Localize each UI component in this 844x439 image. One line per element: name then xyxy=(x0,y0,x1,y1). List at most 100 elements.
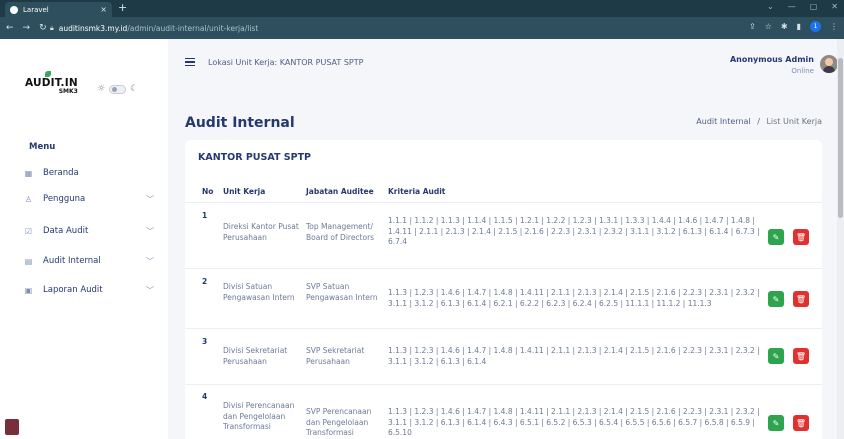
row-number: 2 xyxy=(202,277,208,286)
avatar-body xyxy=(823,66,835,73)
chevron-down-icon: ﹀ xyxy=(146,285,154,295)
sidebar-item-label: Pengguna xyxy=(43,194,86,204)
kriteria-cell: 1.1.3 | 1.2.3 | 1.4.6 | 1.4.7 | 1.4.8 | … xyxy=(388,346,760,366)
menu-title: Menu xyxy=(29,142,56,152)
close-window-icon[interactable]: ✕ xyxy=(831,2,838,11)
jabatan-cell: SVP Sekretariat Perusahaan xyxy=(306,346,365,366)
lock-icon: 🔒︎ xyxy=(50,23,54,32)
sidebar-item-laporan-audit[interactable]: ▣ Laporan Audit ﹀ xyxy=(24,281,154,299)
column-header-kriteria: Kriteria Audit xyxy=(388,187,446,196)
url-host: auditinsmk3.my.id xyxy=(58,23,128,33)
new-tab-button[interactable]: + xyxy=(118,1,127,15)
avatar-head xyxy=(825,58,833,66)
unit-kerja-cell: Divisi Satuan Pengawasan Intern xyxy=(223,282,295,302)
edit-icon: ✎ xyxy=(772,294,780,304)
forward-arrow-icon[interactable]: → xyxy=(23,23,31,33)
sidepanel-icon[interactable]: ▮ xyxy=(797,22,801,31)
jabatan-cell: SVP Satuan Pengawasan Intern xyxy=(306,282,378,302)
edit-button[interactable]: ✎ xyxy=(768,415,784,431)
jabatan-cell: SVP Perencanaan dan Pengelolaan Transfor… xyxy=(306,407,372,437)
chevron-down-icon: ﹀ xyxy=(146,256,154,266)
sidebar: AUDIT.IN SMK3 ☼ ☾ Menu ▦ Beranda ♙ Pengg… xyxy=(0,39,168,439)
trash-icon: 🗑︎ xyxy=(795,232,807,242)
row-number: 3 xyxy=(202,337,208,346)
table-row: 2 Divisi Satuan Pengawasan Intern SVP Sa… xyxy=(185,268,822,328)
unit-kerja-cell: Direksi Kantor Pusat Perusahaan xyxy=(223,222,299,242)
maximize-icon[interactable]: ▢ xyxy=(810,2,818,11)
address-bar[interactable]: 🔒︎ auditinsmk3.my.id/admin/audit-interna… xyxy=(50,20,750,36)
jabatan-cell: Top Management/ Board of Directors xyxy=(306,222,375,242)
extensions-icon[interactable]: ✱ xyxy=(781,22,788,31)
theme-switch[interactable] xyxy=(109,84,127,94)
avatar[interactable] xyxy=(820,55,838,73)
sidebar-item-label: Audit Internal xyxy=(43,256,101,266)
edit-icon: ✎ xyxy=(772,418,780,428)
kriteria-cell: 1.1.3 | 1.2.3 | 1.4.6 | 1.4.7 | 1.4.8 | … xyxy=(388,288,760,308)
user-name[interactable]: Anonymous Admin xyxy=(730,55,814,64)
browser-tab-bar: Laravel × + ⌄ — ▢ ✕ xyxy=(0,0,844,17)
hamburger-menu-icon[interactable] xyxy=(185,58,195,66)
delete-button[interactable]: 🗑︎ xyxy=(793,415,809,431)
sidebar-item-audit-internal[interactable]: ▤ Audit Internal ﹀ xyxy=(24,252,154,270)
sidebar-item-label: Laporan Audit xyxy=(43,285,103,295)
page-scrollbar[interactable] xyxy=(837,39,844,439)
chevron-down-icon: ﹀ xyxy=(146,226,154,236)
table-row: 3 Divisi Sekretariat Perusahaan SVP Sekr… xyxy=(185,328,822,384)
chevron-down-icon[interactable]: ⌄ xyxy=(767,2,774,11)
switch-knob xyxy=(112,86,118,92)
table-row: 1 Direksi Kantor Pusat Perusahaan Top Ma… xyxy=(185,202,822,268)
scrollbar-thumb[interactable] xyxy=(838,58,843,218)
edit-button[interactable]: ✎ xyxy=(768,291,784,307)
kriteria-cell: 1.1.1 | 1.1.2 | 1.1.3 | 1.1.4 | 1.1.5 | … xyxy=(388,216,760,246)
reload-icon[interactable]: ↻ xyxy=(39,23,47,33)
minimize-icon[interactable]: — xyxy=(788,2,796,11)
table-row: 4 Divisi Perencanaan dan Pengelolaan Tra… xyxy=(185,384,822,439)
breadcrumb-separator: / xyxy=(757,117,760,126)
kriteria-cell: 1.1.3 | 1.2.3 | 1.4.6 | 1.4.7 | 1.4.8 | … xyxy=(388,407,760,437)
delete-button[interactable]: 🗑︎ xyxy=(793,291,809,307)
delete-button[interactable]: 🗑︎ xyxy=(793,229,809,245)
edit-button[interactable]: ✎ xyxy=(768,229,784,245)
report-icon: ▣ xyxy=(24,285,33,295)
breadcrumb-parent-link[interactable]: Audit Internal xyxy=(696,117,750,126)
trash-icon: 🗑︎ xyxy=(795,351,807,361)
share-icon[interactable]: ⇪ xyxy=(749,22,756,31)
sidebar-item-pengguna[interactable]: ♙ Pengguna ﹀ xyxy=(24,190,154,208)
column-header-no: No xyxy=(202,187,214,196)
sidebar-item-beranda[interactable]: ▦ Beranda xyxy=(24,164,154,182)
profile-avatar-icon[interactable]: 1 xyxy=(810,21,821,32)
unit-kerja-cell: Divisi Sekretariat Perusahaan xyxy=(223,346,288,366)
chevron-down-icon: ﹀ xyxy=(146,194,154,204)
theme-toggle[interactable]: ☼ ☾ xyxy=(97,84,138,94)
browser-nav-bar: ← → ↻ 🔒︎ auditinsmk3.my.id/admin/audit-i… xyxy=(0,17,844,39)
browser-tab[interactable]: Laravel × xyxy=(5,2,112,17)
location-label: Lokasi Unit Kerja: KANTOR PUSAT SPTP xyxy=(208,58,364,67)
breadcrumb: Audit Internal / List Unit Kerja xyxy=(696,117,822,126)
unit-kerja-card: KANTOR PUSAT SPTP No Unit Kerja Jabatan … xyxy=(185,140,822,439)
row-number: 1 xyxy=(202,211,208,220)
user-icon: ♙ xyxy=(24,194,33,204)
tab-close-icon[interactable]: × xyxy=(100,5,107,14)
delete-button[interactable]: 🗑︎ xyxy=(793,348,809,364)
tab-title: Laravel xyxy=(23,5,49,14)
browser-actions: ⇪ ☆ ✱ ▮ 1 ⋮ xyxy=(749,21,838,32)
back-arrow-icon[interactable]: ← xyxy=(6,23,14,33)
column-header-jabatan: Jabatan Auditee xyxy=(306,187,374,196)
laravel-favicon-icon xyxy=(10,5,18,14)
edit-button[interactable]: ✎ xyxy=(768,348,784,364)
breadcrumb-current: List Unit Kerja xyxy=(766,117,822,126)
taskbar-app-icon[interactable] xyxy=(5,419,19,435)
building-icon: ▤ xyxy=(24,256,33,266)
more-menu-icon[interactable]: ⋮ xyxy=(830,22,838,31)
sidebar-item-data-audit[interactable]: ☑ Data Audit ﹀ xyxy=(24,222,154,240)
url-path: /admin/audit-internal/unit-kerja/list xyxy=(127,23,259,33)
grid-icon: ▦ xyxy=(24,168,33,178)
window-controls: ⌄ — ▢ ✕ xyxy=(767,2,838,11)
app-logo[interactable]: AUDIT.IN SMK3 xyxy=(25,71,78,95)
unit-kerja-cell: Divisi Perencanaan dan Pengelolaan Trans… xyxy=(223,401,295,431)
star-icon[interactable]: ☆ xyxy=(765,22,772,31)
logo-subtext: SMK3 xyxy=(58,88,78,95)
main-content: Lokasi Unit Kerja: KANTOR PUSAT SPTP Ano… xyxy=(168,39,844,439)
sun-icon: ☼ xyxy=(97,84,106,94)
trash-icon: 🗑︎ xyxy=(795,418,807,428)
